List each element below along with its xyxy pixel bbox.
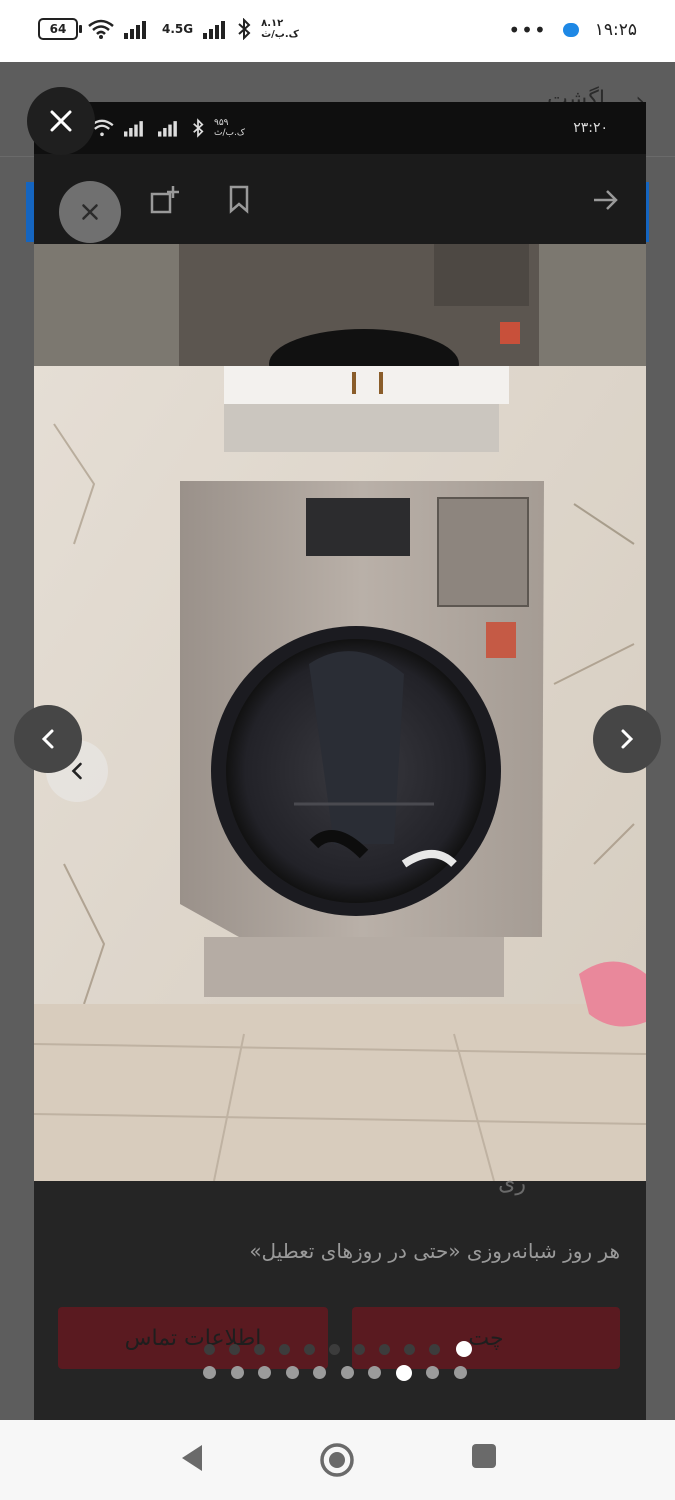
close-viewer-button[interactable] xyxy=(27,87,95,155)
pager-dot[interactable] xyxy=(313,1366,326,1379)
pager-dot[interactable] xyxy=(230,1366,244,1379)
bluetooth-icon xyxy=(238,18,251,40)
inner-pager-dot xyxy=(379,1344,390,1355)
inner-status-icons: ۹۵۹ ک.ب/ث xyxy=(90,118,245,138)
network-speed-unit: ک.ب/ث xyxy=(261,29,299,40)
inner-pager-dot xyxy=(354,1344,365,1355)
image-pager[interactable] xyxy=(203,1364,467,1381)
next-image-button[interactable] xyxy=(593,705,661,773)
contact-info-button: اطلاعات تماس xyxy=(58,1307,328,1369)
inner-pager-dot xyxy=(254,1344,265,1355)
inner-clock: ۲۳:۲۰ xyxy=(573,120,608,136)
inner-app-bar xyxy=(34,154,646,244)
bluetooth-icon xyxy=(193,118,204,138)
pager-dot[interactable] xyxy=(368,1366,381,1379)
inner-network-speed-unit: ک.ب/ث xyxy=(214,128,245,138)
pager-dot[interactable] xyxy=(203,1366,216,1379)
inner-pager-dot xyxy=(429,1344,440,1355)
inner-network-speed: ۹۵۹ ک.ب/ث xyxy=(214,118,245,138)
inner-pager-dot xyxy=(329,1344,340,1355)
triangle-back-icon[interactable] xyxy=(178,1442,206,1474)
close-icon xyxy=(82,204,98,220)
image-panel: ۹۵۹ ک.ب/ث ۲۳:۲۰ xyxy=(34,102,646,1420)
inner-pager-dot xyxy=(229,1344,240,1355)
chevron-left-icon xyxy=(71,762,82,780)
signal-icon xyxy=(124,121,143,137)
signal-icon-2 xyxy=(158,121,177,137)
signal-icon-2 xyxy=(203,21,226,39)
inner-pager xyxy=(204,1344,440,1355)
pager-dot[interactable] xyxy=(453,1366,467,1379)
pager-dot[interactable] xyxy=(258,1366,271,1379)
status-bar-left: 64 4.5G ۸.۱۲ ک.ب/ث xyxy=(38,18,299,40)
message-icon xyxy=(562,23,579,37)
inner-pager-dot xyxy=(204,1344,215,1355)
pager-dot[interactable] xyxy=(340,1366,354,1379)
inner-partial-text: ری xyxy=(498,1171,526,1196)
photo-drawing xyxy=(34,244,646,1181)
wifi-icon xyxy=(88,19,114,39)
chevron-left-icon xyxy=(41,729,54,749)
arrow-right-icon xyxy=(594,190,618,210)
network-type: 4.5G xyxy=(162,22,194,36)
inner-pager-active-dot xyxy=(456,1341,472,1357)
battery-level: 64 xyxy=(49,22,67,36)
battery-icon: 64 xyxy=(38,18,82,40)
chat-label: چت xyxy=(468,1325,504,1351)
chevron-right-icon xyxy=(621,729,634,749)
hours-text: هر روز شبانه‌روزی «حتی در روزهای تعطیل» xyxy=(249,1239,620,1263)
pager-dot[interactable] xyxy=(426,1366,439,1379)
pager-dot[interactable] xyxy=(285,1366,299,1379)
inner-status-bar: ۹۵۹ ک.ب/ث ۲۳:۲۰ xyxy=(34,102,646,154)
circle-home-icon[interactable] xyxy=(319,1442,355,1478)
inner-pager-dot xyxy=(279,1344,290,1355)
system-nav-bar xyxy=(0,1420,675,1500)
network-speed-value: ۸.۱۲ xyxy=(261,18,284,29)
signal-icon xyxy=(124,21,146,39)
status-bar: 64 4.5G ۸.۱۲ ک.ب/ث ••• ۱۹:۲۵ xyxy=(0,0,675,62)
washing-machine-photo xyxy=(34,244,646,1181)
network-speed: ۸.۱۲ ک.ب/ث xyxy=(261,18,299,40)
pager-dot-active[interactable] xyxy=(395,1364,412,1381)
inner-close-button xyxy=(59,181,121,243)
more-notifications: ••• xyxy=(508,18,547,42)
inner-bottom-sheet: ری هر روز شبانه‌روزی «حتی در روزهای تعطی… xyxy=(34,1171,646,1420)
inner-network-speed-value: ۹۵۹ xyxy=(214,118,229,128)
status-bar-right: ••• ۱۹:۲۵ xyxy=(508,18,637,42)
inner-pager-dot xyxy=(304,1344,315,1355)
square-recent-icon[interactable] xyxy=(472,1444,496,1468)
close-icon xyxy=(50,110,72,132)
inner-pager-dot xyxy=(404,1344,415,1355)
bookmark-icon xyxy=(229,185,249,214)
add-note-icon xyxy=(150,186,179,214)
clock: ۱۹:۲۵ xyxy=(594,20,637,40)
previous-image-button[interactable] xyxy=(14,705,82,773)
chat-button: چت xyxy=(352,1307,620,1369)
